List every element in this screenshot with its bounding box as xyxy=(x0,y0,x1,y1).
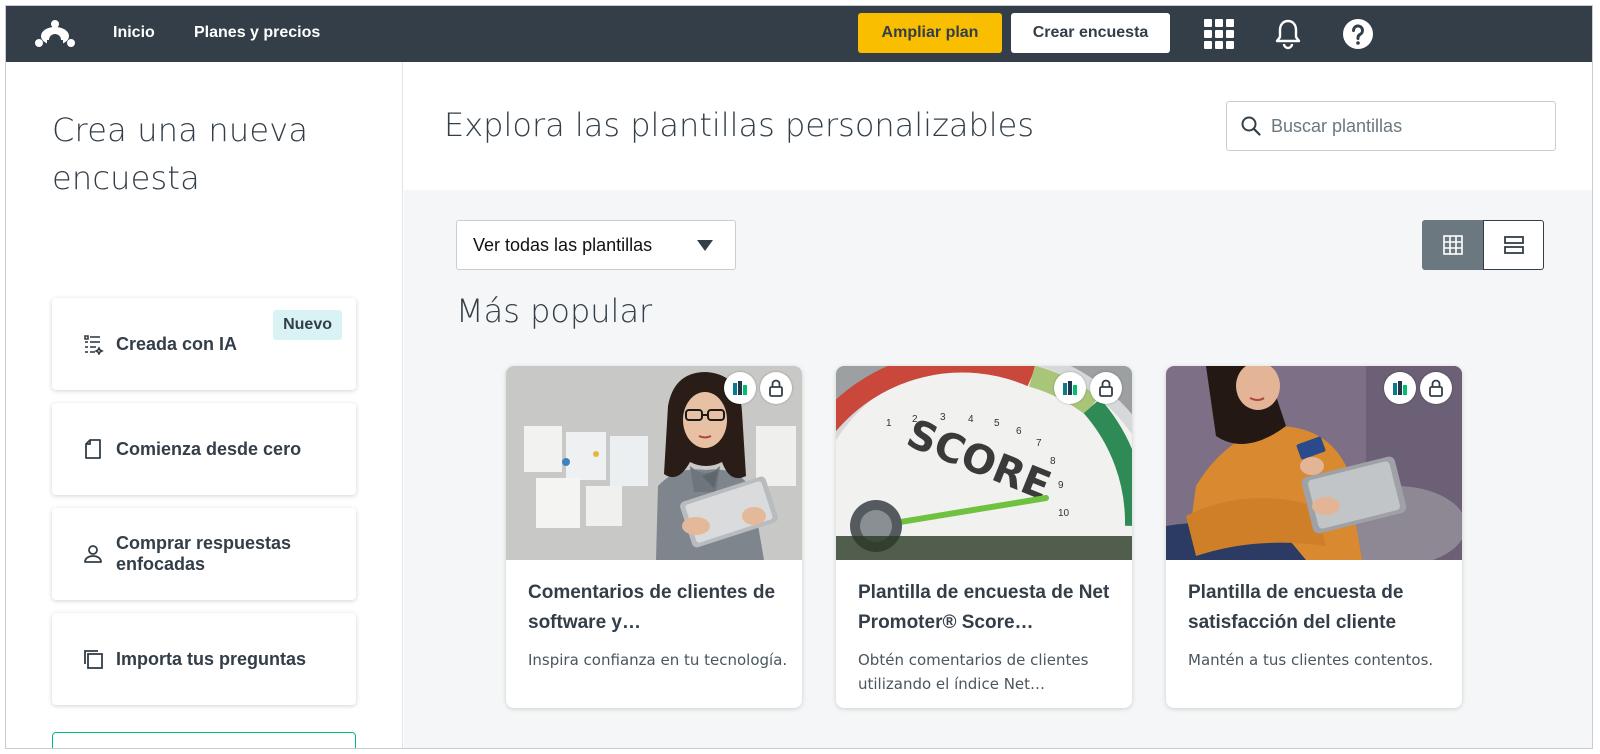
template-card[interactable]: Comentarios de clientes de software y… I… xyxy=(506,366,802,708)
card-import-questions[interactable]: Importa tus preguntas xyxy=(52,613,356,705)
svg-text:5: 5 xyxy=(994,418,1000,429)
list-view-icon xyxy=(1503,236,1524,254)
template-card[interactable]: Plantilla de encuesta de satisfacción de… xyxy=(1166,366,1462,708)
svg-text:9: 9 xyxy=(1058,480,1064,491)
bell-icon[interactable] xyxy=(1272,18,1304,50)
grid-view-icon xyxy=(1442,235,1463,255)
chevron-down-icon xyxy=(697,240,713,251)
templates-title: Explora las plantillas personalizables xyxy=(444,106,1035,144)
template-description: Mantén a tus clientes contentos. xyxy=(1188,651,1434,669)
card-created-with-ai[interactable]: Creada con IA Nuevo xyxy=(52,298,356,390)
card-start-from-scratch[interactable]: Comienza desde cero xyxy=(52,403,356,495)
premium-chart-icon xyxy=(1054,372,1086,404)
create-survey-button[interactable]: Crear encuesta xyxy=(1011,13,1170,53)
blank-page-icon xyxy=(85,439,101,459)
upgrade-plan-button[interactable]: Ampliar plan xyxy=(858,13,1002,53)
search-box[interactable] xyxy=(1226,101,1556,151)
svg-text:7: 7 xyxy=(1036,438,1042,449)
premium-chart-icon xyxy=(1384,372,1416,404)
search-icon xyxy=(1241,116,1261,136)
templates-content: Ver todas las plantillas Más popular Com… xyxy=(404,190,1592,748)
card-partially-visible[interactable] xyxy=(52,732,356,748)
template-title: Plantilla de encuesta de Net Promoter® S… xyxy=(858,582,1110,633)
card-label: Comienza desde cero xyxy=(116,438,302,459)
grid-view-button[interactable] xyxy=(1422,220,1483,270)
card-buy-responses[interactable]: Comprar respuestas enfocadas xyxy=(52,508,356,600)
apps-grid-icon[interactable] xyxy=(1203,18,1235,50)
template-badges xyxy=(724,372,792,404)
card-label: Comprar respuestas enfocadas xyxy=(116,533,292,574)
template-description: Obtén comentarios de clientes utilizando… xyxy=(858,651,1089,693)
lock-icon xyxy=(1090,372,1122,404)
nav-link-planes[interactable]: Planes y precios xyxy=(194,24,320,42)
help-icon[interactable] xyxy=(1342,18,1374,50)
app-window: Inicio Planes y precios Ampliar plan Cre… xyxy=(5,5,1593,749)
top-nav-bar: Inicio Planes y precios Ampliar plan Cre… xyxy=(6,6,1592,62)
card-label: Creada con IA xyxy=(116,333,238,354)
svg-text:4: 4 xyxy=(968,414,974,425)
list-view-button[interactable] xyxy=(1483,220,1544,270)
svg-text:6: 6 xyxy=(1016,426,1022,437)
premium-chart-icon xyxy=(724,372,756,404)
template-title: Plantilla de encuesta de satisfacción de… xyxy=(1188,582,1404,633)
logo-icon[interactable] xyxy=(34,18,76,50)
svg-text:1: 1 xyxy=(886,418,892,429)
template-title: Comentarios de clientes de software y… xyxy=(528,582,776,633)
search-input[interactable] xyxy=(1271,115,1541,137)
new-badge: Nuevo xyxy=(273,310,342,340)
template-description: Inspira confianza en tu tecnología. xyxy=(528,651,788,669)
nav-link-inicio[interactable]: Inicio xyxy=(113,24,155,42)
create-survey-panel: Crea una nueva encuesta Creada con IA Nu… xyxy=(6,62,403,748)
lock-icon xyxy=(1420,372,1452,404)
ai-list-icon xyxy=(84,335,104,355)
templates-header: Explora las plantillas personalizables xyxy=(404,62,1592,190)
person-icon xyxy=(84,545,102,563)
template-badges xyxy=(1384,372,1452,404)
panel-title: Crea una nueva encuesta xyxy=(52,111,309,197)
templates-main: Explora las plantillas personalizables V… xyxy=(404,62,1592,748)
template-badges xyxy=(1054,372,1122,404)
svg-text:10: 10 xyxy=(1058,508,1070,519)
templates-filter-select[interactable]: Ver todas las plantillas xyxy=(456,220,736,270)
card-label: Importa tus preguntas xyxy=(116,648,307,669)
template-card[interactable]: 123 456 7 8 9 10 SCORE Plantilla de encu… xyxy=(836,366,1132,708)
filter-selected-value: Ver todas las plantillas xyxy=(473,234,653,255)
copy-icon xyxy=(84,650,103,669)
lock-icon xyxy=(760,372,792,404)
section-title-popular: Más popular xyxy=(456,292,653,330)
